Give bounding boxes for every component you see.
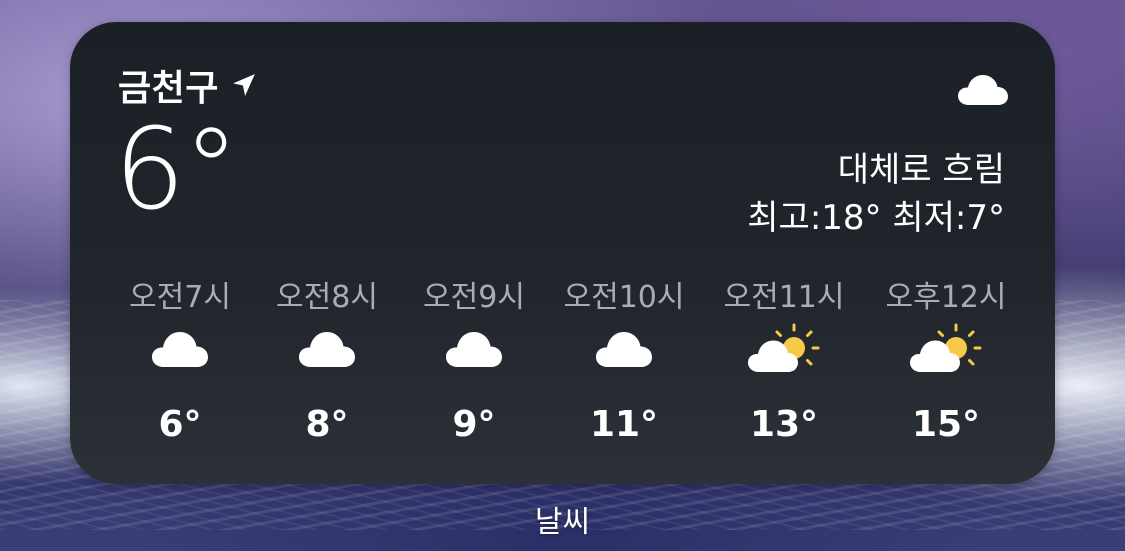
hour-temperature: 8° <box>305 404 349 445</box>
hour-item: 오전10시 11° <box>544 272 704 452</box>
location-row: 금천구 <box>118 62 257 109</box>
cloud-icon <box>596 332 652 367</box>
hour-item: 오전7시 6° <box>100 272 260 452</box>
location-name: 금천구 <box>118 68 219 109</box>
hour-time: 오후12시 <box>885 280 1007 315</box>
cloud-icon <box>299 332 355 367</box>
current-temperature: 6° <box>114 105 239 235</box>
hour-item: 오전11시 13° <box>704 272 864 452</box>
hour-item: 오후12시 15° <box>866 272 1026 452</box>
condition-text: 대체로 흐림 <box>837 150 1005 190</box>
cloud-icon <box>958 75 1008 105</box>
weather-widget[interactable]: 금천구 6° 대체로 흐림 최고:18° 최저:7° 오전7시 6° 오전8시 … <box>70 22 1055 484</box>
hour-time: 오전11시 <box>723 280 845 315</box>
hour-temperature: 6° <box>158 404 202 445</box>
hour-time: 오전8시 <box>276 280 378 315</box>
hour-temperature: 11° <box>589 404 659 445</box>
partly-sunny-icon <box>748 323 820 372</box>
hour-time: 오전10시 <box>563 280 685 315</box>
hour-time: 오전9시 <box>423 280 525 315</box>
partly-sunny-icon <box>910 323 982 372</box>
high-low-temperature: 최고:18° 최저:7° <box>747 198 1005 238</box>
cloud-icon <box>152 332 208 367</box>
hour-item: 오전9시 9° <box>394 272 554 452</box>
hour-temperature: 9° <box>452 404 496 445</box>
hour-temperature: 15° <box>911 404 981 445</box>
widget-app-label: 날씨 <box>534 505 591 540</box>
hourly-forecast: 오전7시 6° 오전8시 8° 오전9시 9° 오전10시 11° 오전11시 … <box>100 272 1030 452</box>
location-arrow-icon <box>233 74 255 96</box>
hour-item: 오전8시 8° <box>247 272 407 452</box>
hour-temperature: 13° <box>749 404 819 445</box>
cloud-icon <box>446 332 502 367</box>
hour-time: 오전7시 <box>129 280 231 315</box>
